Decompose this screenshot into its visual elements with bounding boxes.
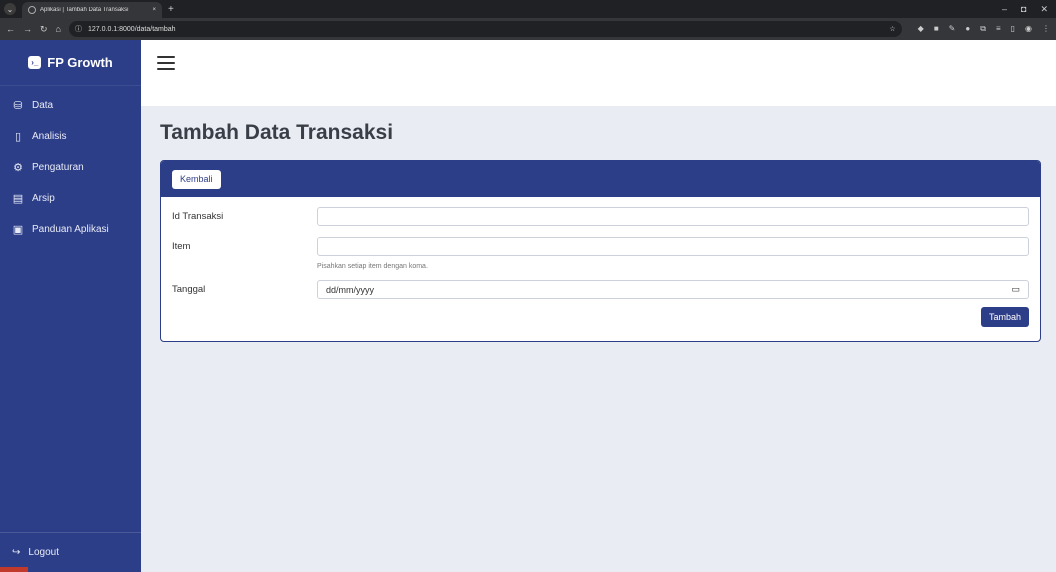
sidebar-item-label: Data [32,100,54,111]
puzzle-icon[interactable]: ⧉ [980,24,986,34]
logout-button[interactable]: ↪ Logout [0,532,141,572]
card-header: Kembali [161,161,1040,197]
taskbar-thumbnail [0,567,28,572]
date-label: Tanggal [172,284,206,295]
minimize-icon[interactable]: – [1002,4,1007,15]
extension-icon[interactable]: ■ [934,24,939,34]
date-row: Tanggal dd/mm/yyyy ▭ [172,280,1029,299]
bookmark-star-icon[interactable]: ☆ [889,25,895,33]
extension-icon[interactable]: ● [965,24,970,34]
form-card: Kembali Id Transaksi Item Pisahkan setia… [160,160,1041,342]
url-text: 127.0.0.1:8000/data/tambah [87,25,176,33]
id-row: Id Transaksi [172,207,1029,226]
hamburger-menu-icon[interactable] [157,56,175,70]
archive-icon: ▤ [12,193,24,205]
logout-icon: ↪ [12,547,21,558]
page-title: Tambah Data Transaksi [160,121,394,144]
favicon-icon [28,6,36,14]
tanggal-input[interactable]: dd/mm/yyyy ▭ [317,280,1029,299]
tab-search-icon[interactable]: ⌄ [4,3,16,15]
sidebar-item-panduan[interactable]: ▣ Panduan Aplikasi [0,214,141,245]
id-label: Id Transaksi [172,211,224,222]
window-close-icon[interactable]: ✕ [1040,4,1048,15]
tab-title: Aplikasi | Tambah Data Transaksi [40,7,129,13]
topbar [141,40,1056,106]
item-input[interactable] [317,237,1029,256]
terminal-logo-icon: ›_ [28,56,42,69]
media-icon[interactable]: ≡ [996,24,1001,34]
browser-tab[interactable]: Aplikasi | Tambah Data Transaksi × [22,2,162,18]
sidebar: ›_ FP Growth ⛁ Data ▯ Analisis ⚙ Pengatu… [0,40,141,572]
extension-icon[interactable]: ◆ [918,24,924,34]
site-info-icon[interactable]: ⓘ [75,24,82,34]
window-controls: – ◘ ✕ [1002,4,1056,15]
pen-icon[interactable]: ✎ [949,24,956,34]
sidebar-item-analisis[interactable]: ▯ Analisis [0,121,141,152]
reload-icon[interactable]: ↻ [40,24,48,35]
sidebar-item-arsip[interactable]: ▤ Arsip [0,183,141,214]
new-tab-button[interactable]: + [168,4,174,15]
extensions-area: ◆ ■ ✎ ● ⧉ ≡ ▯ ◉ ⋮ [910,24,1050,34]
book-icon: ▣ [12,224,24,236]
gear-icon: ⚙ [13,162,23,174]
sidebar-item-label: Panduan Aplikasi [32,224,109,235]
tab-close-icon[interactable]: × [152,7,156,13]
home-icon[interactable]: ⌂ [56,24,61,34]
id-transaksi-input[interactable] [317,207,1029,226]
brand[interactable]: ›_ FP Growth [0,40,141,86]
address-bar[interactable]: ⓘ 127.0.0.1:8000/data/tambah ☆ [68,21,902,37]
back-button[interactable]: Kembali [172,169,221,189]
forward-arrow-icon[interactable]: → [23,24,32,34]
calendar-icon[interactable]: ▭ [1011,284,1020,295]
item-row: Item [172,237,1029,256]
sidebar-item-pengaturan[interactable]: ⚙ Pengaturan [0,152,141,183]
menu-dots-icon[interactable]: ⋮ [1042,24,1050,34]
item-help-text: Pisahkan setiap item dengan koma. [317,263,428,270]
tambah-button[interactable]: Tambah [980,307,1029,327]
database-icon: ⛁ [13,100,23,112]
chart-icon: ▯ [14,131,22,143]
brand-name: FP Growth [47,55,113,70]
item-label: Item [172,241,191,252]
browser-tabbar: ⌄ Aplikasi | Tambah Data Transaksi × + –… [0,0,1056,18]
date-placeholder: dd/mm/yyyy [326,284,375,295]
sidepanel-icon[interactable]: ▯ [1011,24,1015,34]
profile-icon[interactable]: ◉ [1025,24,1032,34]
logout-label: Logout [28,547,59,558]
app-page: ›_ FP Growth ⛁ Data ▯ Analisis ⚙ Pengatu… [0,40,1056,572]
browser-toolbar: ← → ↻ ⌂ ⓘ 127.0.0.1:8000/data/tambah ☆ ◆… [0,18,1056,40]
back-arrow-icon[interactable]: ← [6,24,15,34]
sidebar-item-data[interactable]: ⛁ Data [0,90,141,121]
sidebar-item-label: Arsip [32,193,55,204]
sidebar-item-label: Pengaturan [32,162,84,173]
maximize-icon[interactable]: ◘ [1021,4,1026,15]
sidebar-item-label: Analisis [32,131,67,142]
